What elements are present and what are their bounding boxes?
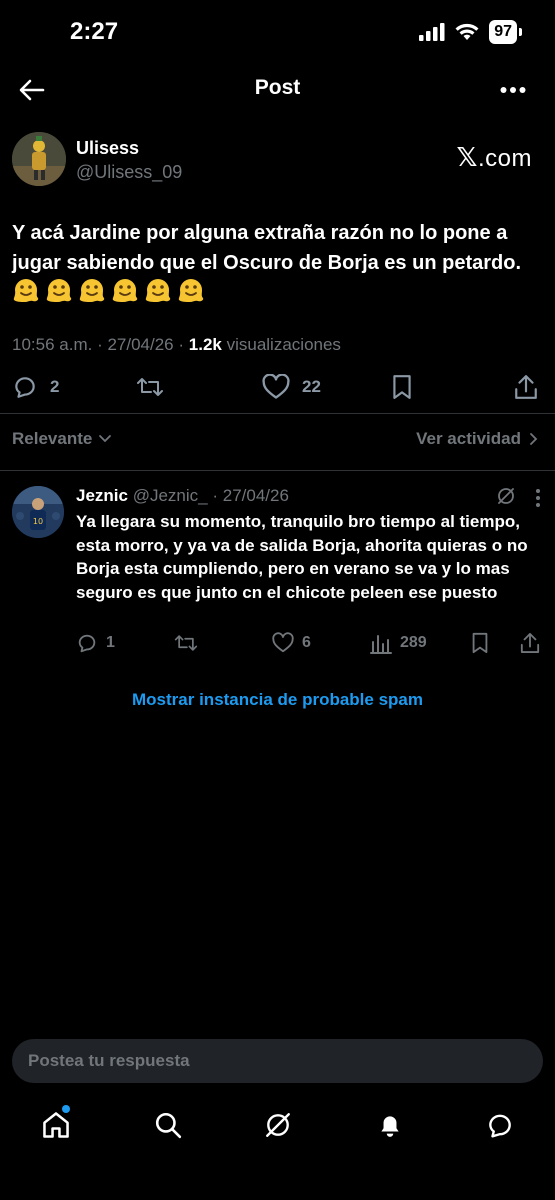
chat-bubble-icon	[489, 1114, 511, 1138]
bookmark-icon	[472, 632, 488, 654]
heart-icon	[272, 632, 294, 653]
post-author: Ulisess @Ulisess_09 𝕏.com	[12, 132, 542, 190]
grok-button[interactable]	[496, 486, 516, 511]
reply-icon	[15, 377, 35, 398]
reply-actions: 1 6 289	[76, 632, 542, 656]
like-button[interactable]: 22	[262, 374, 321, 400]
status-time: 2:27	[70, 18, 119, 45]
x-logo-icon: 𝕏	[456, 142, 478, 172]
melting-face-emoji	[112, 279, 138, 302]
reply-repost-button[interactable]	[174, 632, 198, 654]
heart-icon	[262, 374, 290, 399]
views-count: 1.2k	[188, 335, 222, 354]
home-icon	[43, 1112, 69, 1138]
search-icon	[155, 1112, 182, 1139]
views-label: visualizaciones	[226, 335, 341, 354]
view-activity-label: Ver actividad	[416, 429, 521, 448]
page-title: Post	[254, 76, 301, 99]
melting-face-emoji	[178, 279, 204, 302]
top-header: Post	[0, 66, 555, 112]
grok-icon	[498, 488, 514, 504]
reply-views-count: 289	[400, 634, 427, 651]
avatar[interactable]	[12, 132, 66, 186]
divider	[0, 470, 555, 471]
author-name[interactable]: Ulisess	[76, 138, 139, 159]
reply-bookmark-button[interactable]	[470, 632, 490, 654]
nav-search[interactable]	[148, 1105, 188, 1145]
like-count: 22	[302, 377, 321, 396]
post-meta: 10:56 a.m. · 27/04/26 · 1.2k visualizaci…	[12, 335, 341, 354]
reply-composer[interactable]	[12, 1039, 543, 1083]
share-icon	[515, 375, 537, 399]
more-vertical-icon	[536, 489, 540, 507]
emoji-row	[12, 276, 205, 304]
author-handle[interactable]: @Ulisess_09	[76, 162, 182, 183]
melting-face-emoji	[13, 279, 39, 302]
avatar-image	[12, 132, 66, 186]
reply-input[interactable]	[12, 1039, 543, 1083]
reply-header: Jeznic @Jeznic_ · 27/04/26	[76, 486, 289, 506]
x-com-watermark: 𝕏.com	[457, 142, 532, 173]
repost-icon	[137, 378, 163, 396]
chevron-down-icon	[99, 435, 112, 443]
post-text: Y acá Jardine por alguna extraña razón n…	[12, 222, 521, 274]
status-bar: 2:27 97	[0, 0, 555, 66]
sort-label: Relevante	[12, 429, 93, 448]
chevron-right-icon	[530, 433, 538, 445]
reply-date: · 27/04/26	[212, 486, 289, 505]
reply-reply-count: 1	[106, 634, 115, 651]
bookmark-icon	[393, 375, 411, 399]
repost-icon	[174, 635, 198, 651]
nav-messages[interactable]	[480, 1105, 520, 1145]
post-time: 10:56 a.m.	[12, 335, 93, 354]
status-icons: 97	[419, 20, 522, 44]
melting-face-emoji	[79, 279, 105, 302]
nav-grok[interactable]	[258, 1105, 298, 1145]
bookmark-button[interactable]	[390, 374, 414, 400]
analytics-icon	[370, 635, 392, 654]
reply-like-button[interactable]: 6	[272, 632, 311, 654]
divider	[0, 413, 555, 414]
share-icon	[520, 633, 540, 653]
reply-reply-button[interactable]: 1	[76, 632, 115, 654]
more-horizontal-icon	[500, 87, 526, 93]
repost-button[interactable]	[136, 374, 164, 400]
svg-text:10: 10	[33, 517, 43, 526]
reply-share-button[interactable]	[520, 632, 540, 654]
nav-home[interactable]	[36, 1105, 76, 1145]
reply-icon	[78, 634, 96, 653]
post-actions: 2 22	[12, 374, 542, 404]
avatar-image: 10	[12, 486, 64, 538]
post-date: 27/04/26	[107, 335, 174, 354]
show-spam-link[interactable]: Mostrar instancia de probable spam	[0, 690, 555, 710]
nav-notifications[interactable]	[370, 1105, 410, 1145]
bottom-nav	[0, 1095, 555, 1155]
reply-button[interactable]: 2	[12, 374, 59, 400]
notification-dot	[62, 1105, 70, 1113]
view-activity-link[interactable]: Ver actividad	[416, 429, 539, 449]
reply-author-name[interactable]: Jeznic	[76, 486, 128, 505]
melting-face-emoji	[46, 279, 72, 302]
reply-like-count: 6	[302, 634, 311, 651]
wifi-icon	[455, 23, 479, 40]
sort-dropdown[interactable]: Relevante	[12, 429, 112, 449]
bell-icon	[381, 1116, 399, 1137]
signal-icon	[419, 23, 445, 41]
source-domain: .com	[477, 145, 532, 172]
reply-views-button[interactable]: 289	[370, 632, 427, 654]
reply-author-handle[interactable]: @Jeznic_	[133, 486, 208, 505]
reply-count: 2	[50, 377, 60, 396]
battery-indicator: 97	[489, 20, 522, 44]
grok-icon	[266, 1113, 290, 1137]
melting-face-emoji	[145, 279, 171, 302]
avatar[interactable]: 10	[12, 486, 64, 538]
share-button[interactable]	[514, 374, 538, 400]
more-options-button[interactable]	[497, 74, 529, 106]
reply-text: Ya llegara su momento, tranquilo bro tie…	[76, 512, 528, 602]
